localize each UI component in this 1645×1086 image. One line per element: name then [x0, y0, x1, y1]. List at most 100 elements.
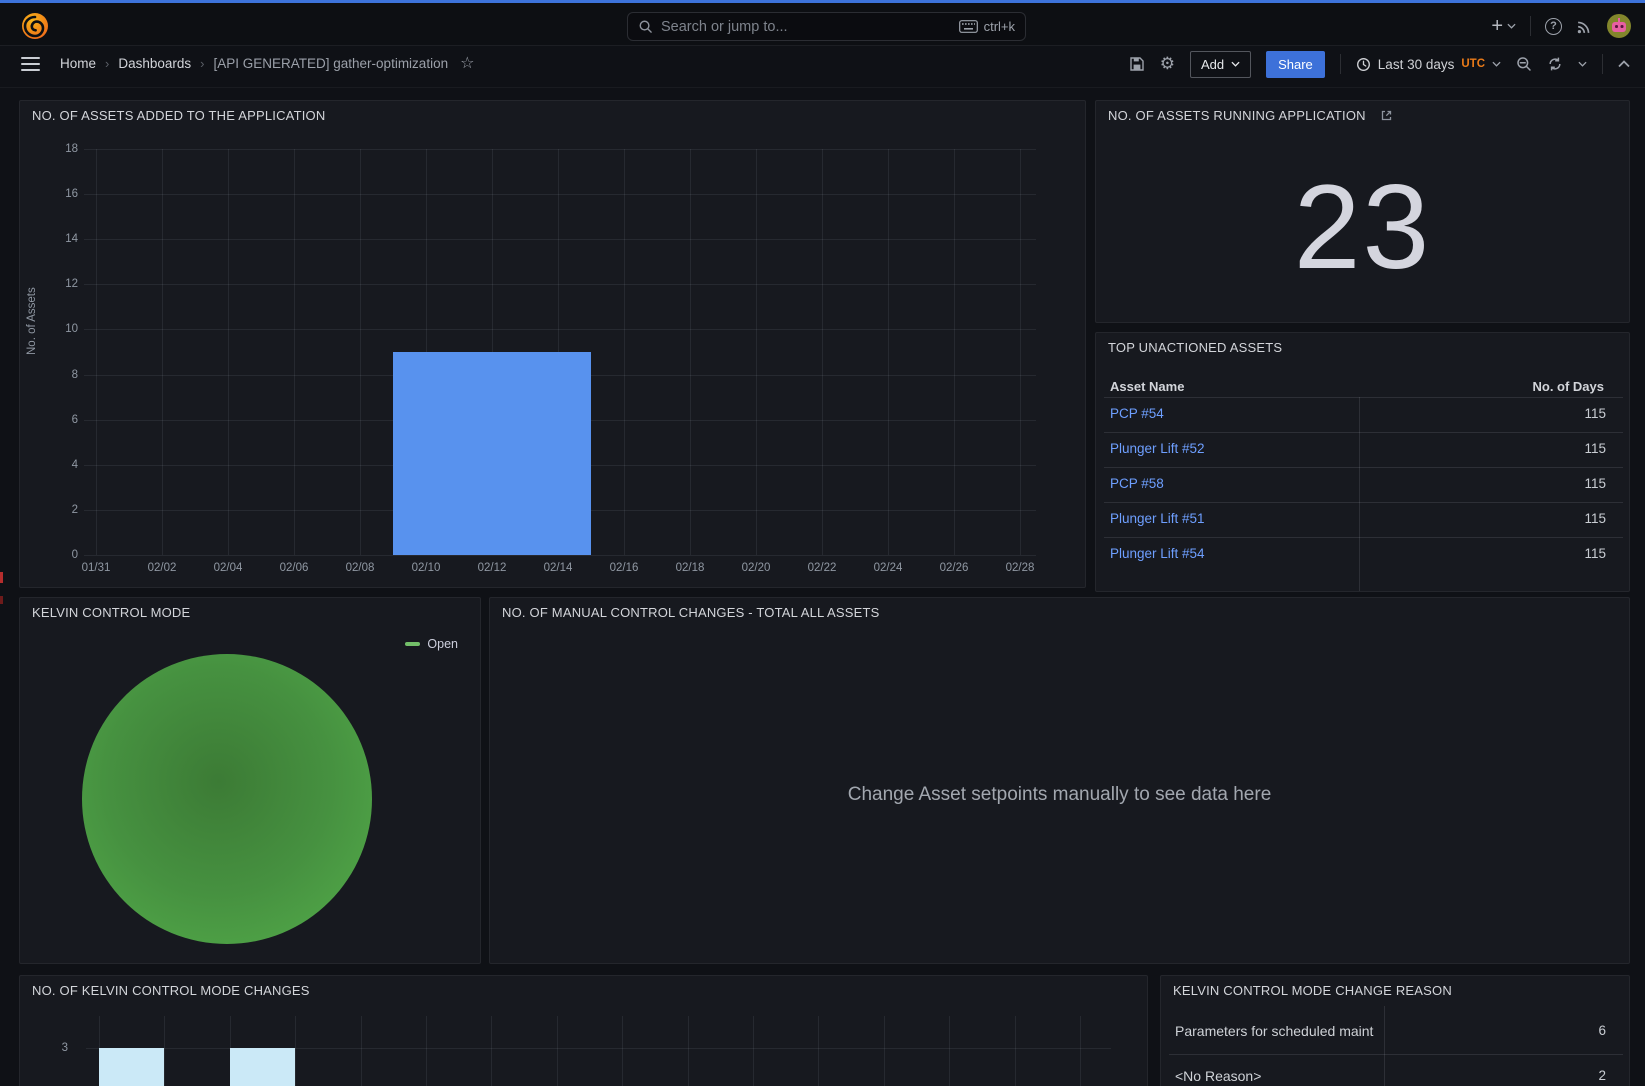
favorite-star-button[interactable]: ☆: [460, 53, 474, 73]
y-tick-label: 16: [34, 187, 78, 201]
gridline-v: [624, 149, 625, 555]
toolbar-actions: ⚙ Add Share Last 30 days UTC: [1129, 48, 1630, 80]
reason-text: Parameters for scheduled maint: [1175, 1023, 1373, 1039]
grafana-logo[interactable]: [22, 13, 48, 39]
gridline-h: [84, 555, 1036, 556]
gridline-v: [1015, 1016, 1016, 1086]
gear-icon: ⚙: [1160, 54, 1175, 74]
asset-name-link[interactable]: Plunger Lift #54: [1110, 546, 1205, 561]
gridline-v: [426, 1016, 427, 1086]
x-tick-label: 02/28: [997, 561, 1043, 575]
news-button[interactable]: [1576, 18, 1593, 35]
row-divider: [1104, 467, 1623, 468]
gridline-v: [491, 1016, 492, 1086]
x-tick-label: 02/12: [469, 561, 515, 575]
gridline-v: [1080, 1016, 1081, 1086]
x-tick-label: 02/10: [403, 561, 449, 575]
zoom-out-icon: [1516, 56, 1532, 72]
gridline-v: [949, 1016, 950, 1086]
external-link-icon[interactable]: [1380, 109, 1393, 122]
search-input[interactable]: Search or jump to... ctrl+k: [627, 12, 1026, 41]
panel-assets-added: NO. OF ASSETS ADDED TO THE APPLICATION N…: [19, 100, 1086, 588]
keyboard-icon: [959, 20, 978, 33]
table-change-reason: Parameters for scheduled maint6<No Reaso…: [1161, 976, 1631, 1086]
bar: [230, 1048, 295, 1086]
panel-assets-running: NO. OF ASSETS RUNNING APPLICATION 23: [1095, 100, 1630, 323]
chevron-down-icon: [1507, 23, 1516, 29]
gridline-v: [753, 1016, 754, 1086]
y-tick-label: 0: [34, 548, 78, 562]
y-tick-label: 12: [34, 277, 78, 291]
panel-title[interactable]: NO. OF MANUAL CONTROL CHANGES - TOTAL AL…: [502, 605, 880, 620]
new-dropdown-button[interactable]: +: [1491, 17, 1516, 35]
breadcrumb-dashboards[interactable]: Dashboards: [118, 56, 191, 71]
asset-name-link[interactable]: PCP #54: [1110, 406, 1164, 421]
asset-name-link[interactable]: PCP #58: [1110, 476, 1164, 491]
gridline-v: [162, 149, 163, 555]
pie-chart-open-slice: [82, 654, 372, 944]
y-tick-label: 2: [34, 503, 78, 517]
share-button[interactable]: Share: [1266, 51, 1325, 78]
breadcrumb-home[interactable]: Home: [60, 56, 96, 71]
y-tick-label: 8: [34, 368, 78, 382]
bar-chart-kelvin-mode-changes: 3: [20, 976, 1149, 1086]
asset-name-link[interactable]: Plunger Lift #52: [1110, 441, 1205, 456]
gridline-v: [756, 149, 757, 555]
refresh-interval-button[interactable]: [1578, 61, 1587, 67]
x-tick-label: 02/24: [865, 561, 911, 575]
gridline-v: [688, 1016, 689, 1086]
gridline-h: [84, 329, 1036, 330]
top-navbar: Search or jump to... ctrl+k + ?: [0, 3, 1645, 46]
search-shortcut: ctrl+k: [959, 19, 1015, 34]
divider: [1530, 16, 1531, 36]
bar: [393, 352, 591, 555]
legend-item-open[interactable]: Open: [405, 637, 458, 651]
time-range-picker[interactable]: Last 30 days UTC: [1356, 57, 1501, 72]
menu-toggle-button[interactable]: [21, 57, 40, 71]
x-tick-label: 02/06: [271, 561, 317, 575]
y-tick-label: 18: [34, 142, 78, 156]
gridline-v: [361, 1016, 362, 1086]
asset-name-link[interactable]: Plunger Lift #51: [1110, 511, 1205, 526]
chevron-down-icon: [1578, 61, 1587, 67]
panel-title[interactable]: KELVIN CONTROL MODE: [32, 605, 190, 620]
x-tick-label: 02/14: [535, 561, 581, 575]
refresh-icon: [1547, 56, 1563, 72]
count-value: 2: [1556, 1068, 1606, 1083]
gridline-v: [954, 149, 955, 555]
y-tick-label: 3: [28, 1041, 68, 1055]
panel-manual-control-changes: NO. OF MANUAL CONTROL CHANGES - TOTAL AL…: [489, 597, 1630, 964]
caret-up-icon: [1618, 60, 1630, 68]
breadcrumb-separator: ›: [105, 56, 109, 71]
refresh-button[interactable]: [1547, 56, 1563, 72]
gridline-h: [84, 194, 1036, 195]
save-dashboard-button[interactable]: [1129, 56, 1145, 72]
panel-title[interactable]: NO. OF ASSETS RUNNING APPLICATION: [1108, 108, 1393, 123]
x-tick-label: 02/26: [931, 561, 977, 575]
grafana-dashboard: Search or jump to... ctrl+k + ? Home: [0, 0, 1645, 1086]
y-tick-label: 4: [34, 458, 78, 472]
zoom-out-button[interactable]: [1516, 56, 1532, 72]
gridline-v: [888, 149, 889, 555]
collapse-toolbar-button[interactable]: [1618, 60, 1630, 68]
gridline-v: [622, 1016, 623, 1086]
gridline-h: [84, 284, 1036, 285]
panel-change-reason: KELVIN CONTROL MODE CHANGE REASON Parame…: [1160, 975, 1630, 1086]
empty-state-message: Change Asset setpoints manually to see d…: [490, 784, 1629, 806]
search-placeholder: Search or jump to...: [661, 19, 951, 35]
gridline-v: [96, 149, 97, 555]
days-value: 115: [1546, 476, 1606, 491]
screen-edge-artifact: [0, 596, 3, 604]
help-button[interactable]: ?: [1545, 18, 1562, 35]
navbar-right-actions: + ?: [1491, 11, 1631, 41]
dashboard-settings-button[interactable]: ⚙: [1160, 54, 1175, 74]
gridline-v: [818, 1016, 819, 1086]
user-avatar[interactable]: [1607, 14, 1631, 38]
rss-icon: [1576, 18, 1593, 35]
clock-icon: [1356, 57, 1371, 72]
reason-text: <No Reason>: [1175, 1068, 1261, 1084]
screen-edge-artifact: [0, 572, 3, 583]
gridline-h: [84, 239, 1036, 240]
add-panel-button[interactable]: Add: [1190, 51, 1251, 78]
stat-value: 23: [1096, 163, 1629, 291]
